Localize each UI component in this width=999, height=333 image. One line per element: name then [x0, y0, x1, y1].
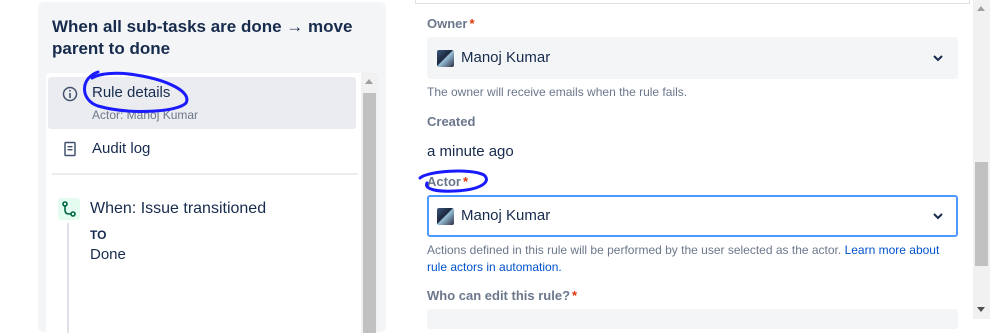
edit-permission-label-text: Who can edit this rule?: [427, 288, 571, 303]
owner-helper-text: The owner will receive emails when the r…: [427, 85, 688, 99]
rule-nav: Rule details Actor: Manoj Kumar Audit lo…: [46, 73, 378, 333]
scroll-up-arrow[interactable]: [977, 6, 985, 11]
owner-select[interactable]: Manoj Kumar: [427, 37, 958, 79]
rule-title: When all sub-tasks are done → move paren…: [52, 17, 353, 58]
created-label: Created: [427, 114, 476, 129]
nav-item-sublabel: Actor: Manoj Kumar: [92, 108, 199, 122]
edit-permission-select[interactable]: [427, 309, 958, 329]
required-marker: *: [572, 288, 578, 303]
divider: [52, 173, 358, 175]
info-icon: [62, 86, 78, 102]
actor-helper-text: Actions defined in this rule will be per…: [427, 242, 952, 276]
actor-value: Manoj Kumar: [461, 207, 551, 224]
scrollbar-thumb[interactable]: [975, 162, 988, 266]
created-value: a minute ago: [427, 143, 514, 160]
scrollbar-thumb[interactable]: [363, 93, 376, 333]
owner-value: Manoj Kumar: [461, 49, 551, 66]
actor-helper-sentence: Actions defined in this rule will be per…: [427, 243, 842, 257]
required-marker: *: [462, 174, 469, 189]
actor-select[interactable]: Manoj Kumar: [427, 195, 958, 237]
sidebar-scrollbar[interactable]: [361, 73, 378, 333]
owner-label: Owner *: [427, 16, 475, 31]
section-top-edge: [415, 0, 970, 4]
actor-label: Actor *: [427, 174, 468, 189]
required-marker: *: [469, 16, 475, 31]
edit-permission-label: Who can edit this rule? *: [427, 288, 577, 303]
chevron-down-icon: [933, 213, 943, 220]
timeline-connector: [67, 223, 69, 333]
nav-item-label: Audit log: [92, 140, 151, 157]
page-scrollbar[interactable]: [973, 0, 990, 319]
scroll-down-arrow[interactable]: [977, 307, 985, 312]
nav-item-audit-log[interactable]: Audit log: [48, 133, 356, 169]
nav-item-rule-details[interactable]: Rule details Actor: Manoj Kumar: [48, 77, 356, 129]
trigger-component[interactable]: When: Issue transitioned: [90, 200, 266, 218]
branch-icon: [58, 198, 80, 220]
avatar: [437, 208, 454, 225]
trigger-to-label: TO: [90, 228, 107, 242]
trigger-to-value: Done: [90, 246, 126, 263]
scroll-up-arrow[interactable]: [365, 79, 373, 84]
nav-item-label: Rule details: [92, 84, 171, 101]
avatar: [437, 50, 454, 67]
document-icon: [64, 141, 76, 157]
chevron-down-icon: [933, 55, 943, 62]
owner-label-text: Owner: [427, 16, 468, 31]
actor-label-text: Actor: [427, 174, 461, 189]
rule-sidebar: When all sub-tasks are done → move paren…: [38, 2, 386, 333]
